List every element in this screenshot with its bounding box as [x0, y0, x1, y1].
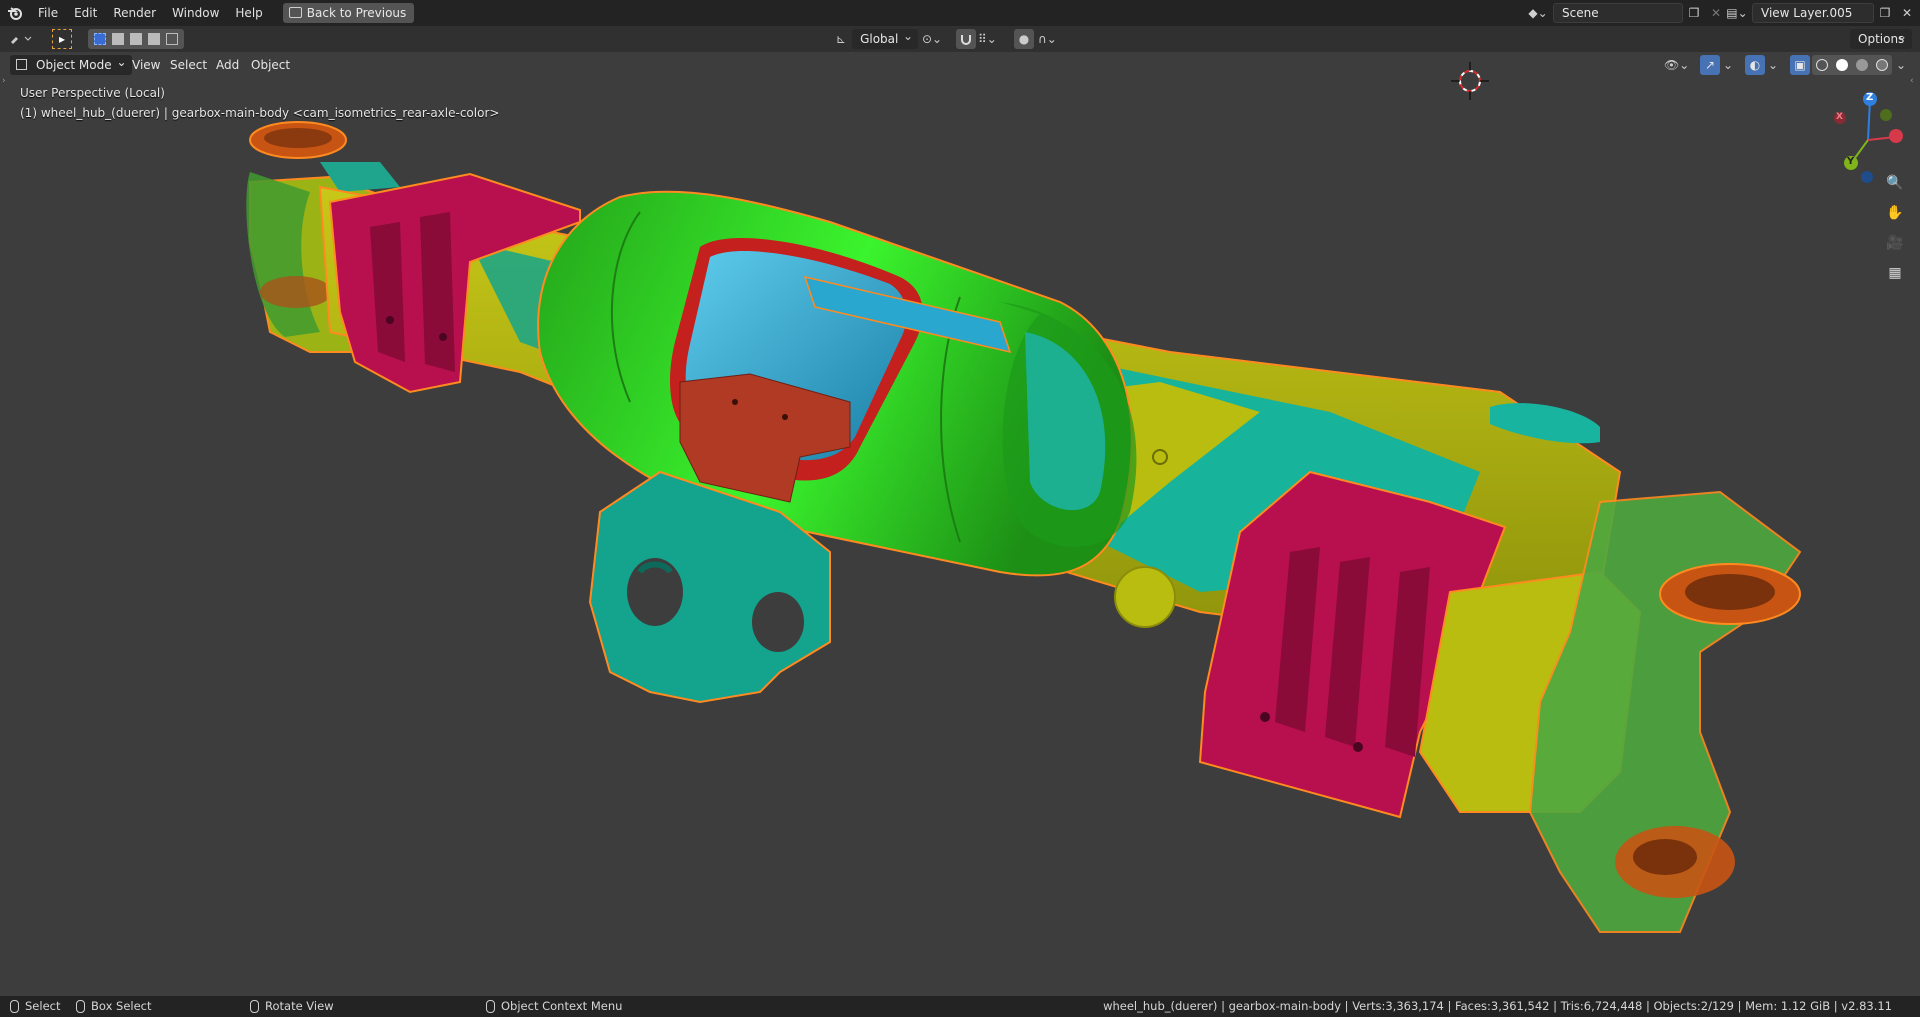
- status-context-menu-label: Object Context Menu: [501, 999, 623, 1013]
- extend-selection-icon[interactable]: [112, 33, 124, 45]
- pan-hand-icon[interactable]: ✋: [1882, 200, 1908, 226]
- menu-help[interactable]: Help: [227, 0, 270, 26]
- tool-settings-bar: ▸ ⊾ Global ⊙⌄ ⠿⌄ ● ∩⌄ Options: [0, 26, 1920, 52]
- 3d-viewport[interactable]: Z Y X Object Mode ⌄ View Select Add Obje…: [0, 52, 1920, 996]
- pivot-point-icon: ⊙⌄: [922, 32, 943, 46]
- view-layer-browse-icon[interactable]: ▤⌄: [1722, 3, 1752, 23]
- status-select: Select: [10, 996, 60, 1017]
- snap-target-dropdown[interactable]: ⠿⌄: [978, 29, 997, 49]
- transform-orientation-dropdown[interactable]: Global: [852, 26, 919, 49]
- status-rotate-view: Rotate View: [250, 996, 334, 1017]
- wireframe-shading-icon[interactable]: [1816, 59, 1828, 71]
- editor-type-icon[interactable]: [8, 29, 34, 49]
- object-mode-label: Object Mode: [36, 58, 112, 72]
- material-shading-icon[interactable]: [1856, 59, 1868, 71]
- scene-browse-icon[interactable]: ◆⌄: [1523, 3, 1553, 23]
- options-dropdown[interactable]: Options: [1850, 26, 1912, 49]
- status-context-menu: Object Context Menu: [486, 996, 622, 1017]
- gizmo-x-label[interactable]: X: [1836, 112, 1843, 122]
- shading-mode-buttons[interactable]: [1812, 55, 1892, 75]
- view-layer-name-field[interactable]: View Layer.005: [1752, 3, 1874, 23]
- options-label: Options: [1850, 26, 1912, 49]
- pivot-point-dropdown[interactable]: ⊙⌄: [922, 29, 942, 49]
- screen-icon: [288, 7, 302, 18]
- subtract-selection-icon[interactable]: [130, 33, 142, 45]
- viewport-menu-object[interactable]: Object: [243, 55, 298, 75]
- xray-toggle-icon[interactable]: ▣: [1790, 55, 1810, 75]
- rendered-shading-icon[interactable]: [1876, 59, 1888, 71]
- gizmo-y-label[interactable]: Y: [1847, 156, 1854, 167]
- snap-toggle[interactable]: [956, 29, 976, 49]
- left-mouse-icon: [10, 1000, 19, 1013]
- camera-view-icon[interactable]: 🎥: [1882, 230, 1908, 256]
- viewport-header: Object Mode ⌄ View Select Add Object 👁⌄ …: [0, 52, 1920, 78]
- select-tool-icon[interactable]: ▸: [52, 29, 72, 49]
- status-select-label: Select: [25, 999, 61, 1013]
- selection-mode-group: [88, 29, 184, 49]
- zoom-icon[interactable]: 🔍: [1882, 170, 1908, 196]
- grid-snap-icon: ⠿⌄: [978, 32, 997, 46]
- scene-name-field[interactable]: Scene: [1553, 3, 1683, 23]
- back-to-previous-button[interactable]: Back to Previous: [282, 3, 415, 23]
- perspective-label: User Perspective (Local): [20, 86, 165, 100]
- left-toolbar-arrow-icon[interactable]: ›: [2, 76, 6, 86]
- orientation-axes-icon: ⊾: [836, 32, 847, 46]
- menu-file[interactable]: File: [30, 0, 66, 26]
- solid-shading-icon[interactable]: [1836, 59, 1848, 71]
- menu-edit[interactable]: Edit: [66, 0, 105, 26]
- status-rotate-view-label: Rotate View: [265, 999, 334, 1013]
- overlays-options-chevron-icon[interactable]: ⌄: [1766, 55, 1780, 75]
- view-layer-selector: ▤⌄ View Layer.005 ❐ ✕: [1722, 3, 1918, 23]
- right-sidebar-arrow-icon[interactable]: ‹: [1910, 76, 1914, 86]
- status-box-select: Box Select: [76, 996, 152, 1017]
- proportional-falloff-dropdown[interactable]: ∩⌄: [1038, 29, 1057, 49]
- middle-mouse-icon: [250, 1000, 259, 1013]
- gizmo-options-chevron-icon[interactable]: ⌄: [1721, 55, 1735, 75]
- menu-window[interactable]: Window: [164, 0, 227, 26]
- selection-mode-buttons[interactable]: [88, 29, 184, 49]
- scene-selector: ◆⌄ Scene ❐ ✕: [1523, 3, 1727, 23]
- gizmo-toggle-icon[interactable]: ↗: [1700, 55, 1720, 75]
- object-mode-dropdown[interactable]: Object Mode ⌄: [10, 55, 132, 75]
- new-scene-icon[interactable]: ❐: [1683, 3, 1705, 23]
- viewport-menu-add[interactable]: Add: [208, 55, 247, 75]
- delete-view-layer-icon[interactable]: ✕: [1896, 3, 1918, 23]
- blender-logo-icon[interactable]: [0, 0, 30, 26]
- menu-render[interactable]: Render: [105, 0, 164, 26]
- scene-statistics: wheel_hub_(duerer) | gearbox-main-body |…: [1103, 999, 1892, 1013]
- set-new-selection-icon[interactable]: [94, 33, 106, 45]
- invert-selection-icon[interactable]: [148, 33, 160, 45]
- object-mode-icon: [16, 59, 27, 70]
- visibility-eye-icon[interactable]: 👁⌄: [1660, 55, 1693, 75]
- shading-options-chevron-icon[interactable]: ⌄: [1894, 55, 1908, 75]
- magnet-icon: [956, 29, 976, 49]
- proportional-edit-icon: ●: [1014, 29, 1034, 49]
- back-to-previous-label: Back to Previous: [306, 6, 407, 20]
- top-menu-bar: File Edit Render Window Help Back to Pre…: [0, 0, 1920, 26]
- gizmo-z-label[interactable]: Z: [1866, 92, 1873, 103]
- transform-orientation: ⊾ Global: [836, 26, 919, 49]
- status-box-select-label: Box Select: [91, 999, 152, 1013]
- intersect-selection-icon[interactable]: [166, 33, 178, 45]
- gearbox-model[interactable]: [0, 52, 1920, 996]
- perspective-grid-icon[interactable]: ▦: [1882, 260, 1908, 286]
- active-object-label: (1) wheel_hub_(duerer) | gearbox-main-bo…: [20, 106, 500, 120]
- status-bar: Select Box Select Rotate View Object Con…: [0, 996, 1920, 1017]
- right-mouse-icon: [486, 1000, 495, 1013]
- drag-mouse-icon: [76, 1000, 85, 1013]
- proportional-editing-toggle[interactable]: ●: [1014, 29, 1034, 49]
- overlays-toggle-icon[interactable]: ◐: [1745, 55, 1765, 75]
- new-view-layer-icon[interactable]: ❐: [1874, 3, 1896, 23]
- falloff-curve-icon: ∩⌄: [1038, 32, 1057, 46]
